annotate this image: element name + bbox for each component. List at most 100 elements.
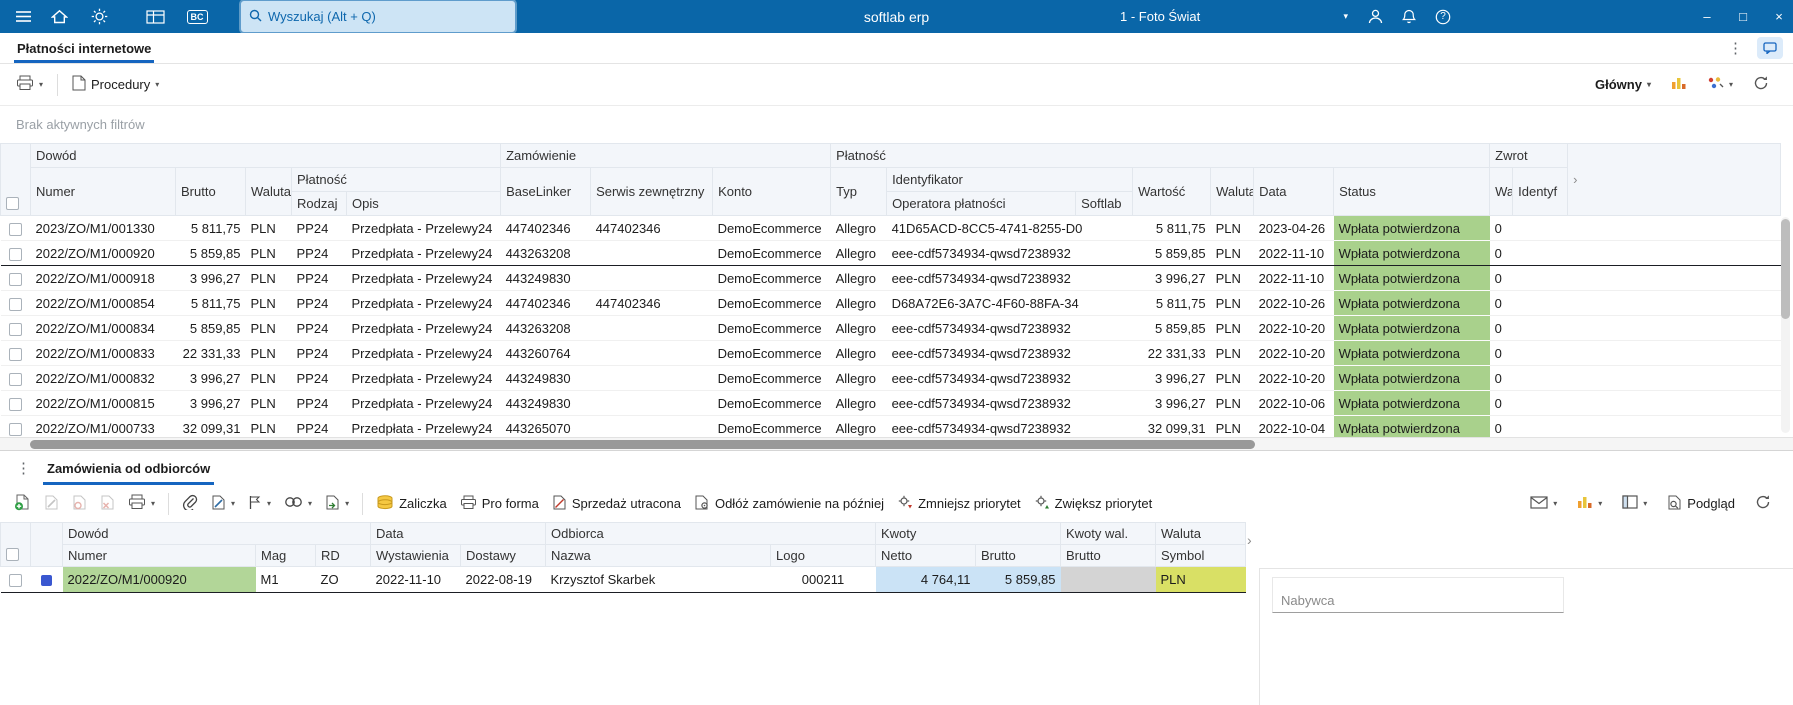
edit-order-button[interactable] xyxy=(38,490,65,518)
payment-row-checkbox[interactable] xyxy=(9,222,22,236)
payment-row-checkbox[interactable] xyxy=(9,247,22,261)
payment-row-checkbox[interactable] xyxy=(9,322,22,336)
view-selector[interactable]: Główny ▾ xyxy=(1589,71,1657,99)
orders-refresh-button[interactable] xyxy=(1749,490,1777,518)
col-serwis-zewnetrzny[interactable]: Serwis zewnętrzny xyxy=(590,167,714,216)
proforma-button[interactable]: Pro forma xyxy=(454,490,545,518)
export-document-button[interactable]: ▾ xyxy=(319,490,355,518)
col-typ[interactable]: Typ xyxy=(830,167,888,216)
col-konto[interactable]: Konto xyxy=(712,167,832,216)
col-identyfikator[interactable]: Identyfikator xyxy=(886,167,1134,192)
orders-group-dowod[interactable]: Dowód xyxy=(62,522,371,545)
settings-sun-icon[interactable] xyxy=(84,0,114,33)
more-options-icon[interactable]: ⋮ xyxy=(1724,39,1747,57)
col-softlab[interactable]: Softlab xyxy=(1075,191,1134,216)
filter-bar[interactable]: Brak aktywnych filtrów xyxy=(0,106,1793,143)
orders-col-logo[interactable]: Logo xyxy=(770,544,876,567)
col-baselinker[interactable]: BaseLinker xyxy=(500,167,592,216)
zwieksz-priorytet-button[interactable]: Zwiększ priorytet xyxy=(1028,490,1159,518)
group-dowod[interactable]: Dowód xyxy=(29,143,502,168)
col-data[interactable]: Data xyxy=(1253,167,1335,216)
col-zwrot-identyfikator[interactable]: Identyf xyxy=(1512,167,1569,216)
grid-apps-icon[interactable] xyxy=(140,0,170,33)
help-icon[interactable]: ? xyxy=(1428,0,1458,33)
feedback-chat-icon[interactable] xyxy=(1757,37,1783,59)
orders-col-dostawy[interactable]: Dostawy xyxy=(460,544,546,567)
bc-module-icon[interactable]: BC xyxy=(182,0,212,33)
select-all-checkbox[interactable] xyxy=(6,197,19,210)
refresh-button[interactable] xyxy=(1747,71,1775,99)
tab-platnosci-internetowe[interactable]: Płatności internetowe xyxy=(14,33,155,63)
close-button[interactable]: × xyxy=(1762,0,1793,33)
zmniejsz-priorytet-button[interactable]: Zmniejsz priorytet xyxy=(891,490,1027,518)
home-icon[interactable] xyxy=(44,0,74,33)
orders-col-wystawienia[interactable]: Wystawienia xyxy=(370,544,461,567)
add-order-button[interactable] xyxy=(8,490,37,518)
orders-group-kwoty[interactable]: Kwoty xyxy=(875,522,1061,545)
chart-view-button[interactable] xyxy=(1665,71,1693,99)
user-icon[interactable] xyxy=(1360,0,1390,33)
minimize-button[interactable]: – xyxy=(1690,0,1724,33)
payment-row[interactable]: 2022/ZO/M1/000918 3 996,27 PLN PP24 Przedpła… xyxy=(0,265,1781,291)
chevron-right-icon[interactable]: › xyxy=(1573,172,1577,187)
payment-row[interactable]: 2022/ZO/M1/000832 3 996,27 PLN PP24 Przedpła… xyxy=(0,365,1781,391)
orders-group-odbiorca[interactable]: Odbiorca xyxy=(545,522,876,545)
orders-col-brutto-wal[interactable]: Brutto xyxy=(1060,544,1156,567)
order-row-checkbox[interactable] xyxy=(9,574,22,588)
grid-settings-button[interactable]: ▾ xyxy=(1701,71,1739,99)
col-status[interactable]: Status xyxy=(1333,167,1491,216)
payment-row[interactable]: 2022/ZO/M1/000834 5 859,85 PLN PP24 Przedpła… xyxy=(0,315,1781,341)
section-drag-handle-icon[interactable]: ⋮ xyxy=(12,459,35,477)
orders-group-waluta[interactable]: Waluta xyxy=(1155,522,1246,545)
col-wartosc[interactable]: Wartość xyxy=(1132,167,1212,216)
payment-row-checkbox[interactable] xyxy=(9,397,22,411)
attachments-button[interactable] xyxy=(176,490,204,518)
link-documents-button[interactable]: ▾ xyxy=(278,490,318,518)
payment-row[interactable]: 2022/ZO/M1/000733 32 099,31 PLN PP24 Przedpł… xyxy=(0,415,1781,437)
col-opis[interactable]: Opis xyxy=(345,191,502,216)
col-numer[interactable]: Numer xyxy=(30,167,176,216)
orders-col-brutto[interactable]: Brutto xyxy=(975,544,1061,567)
group-zwrot[interactable]: Zwrot xyxy=(1489,143,1569,168)
search-input[interactable] xyxy=(268,9,507,24)
columns-expander-icon[interactable]: › xyxy=(1247,532,1252,548)
orders-print-button[interactable]: ▾ xyxy=(122,490,161,518)
orders-col-symbol[interactable]: Symbol xyxy=(1155,544,1246,567)
payment-row[interactable]: 2022/ZO/M1/000815 3 996,27 PLN PP24 Przedpła… xyxy=(0,390,1781,416)
vertical-scrollbar-thumb[interactable] xyxy=(1781,219,1790,319)
col-brutto[interactable]: Brutto xyxy=(175,167,246,216)
orders-chart-button[interactable]: ▾ xyxy=(1571,490,1608,518)
payment-row-checkbox[interactable] xyxy=(9,297,22,311)
send-button[interactable]: ▾ xyxy=(1524,490,1563,518)
orders-col-mag[interactable]: Mag xyxy=(255,544,316,567)
payment-row-checkbox[interactable] xyxy=(9,372,22,386)
col-waluta-2[interactable]: Waluta xyxy=(1210,167,1255,216)
group-platnosc[interactable]: Płatność xyxy=(830,143,1491,168)
col-zwrot-waluta[interactable]: Wa xyxy=(1489,167,1514,216)
orders-group-kwoty-wal[interactable]: Kwoty wal. xyxy=(1060,522,1156,545)
edit-related-button[interactable]: ▾ xyxy=(205,490,241,518)
global-search[interactable] xyxy=(240,0,516,33)
payment-row-checkbox[interactable] xyxy=(9,347,22,361)
vertical-scrollbar[interactable] xyxy=(1781,217,1790,433)
delete-order-button[interactable] xyxy=(94,490,121,518)
procedures-button[interactable]: Procedury ▾ xyxy=(66,71,165,99)
hamburger-menu-icon[interactable] xyxy=(8,0,38,33)
orders-group-data[interactable]: Data xyxy=(370,522,546,545)
subgroup-platnosc[interactable]: Płatność xyxy=(290,167,502,192)
sprzedaz-utracona-button[interactable]: Sprzedaż utracona xyxy=(546,490,687,518)
flag-button[interactable]: ▾ xyxy=(242,490,277,518)
orders-col-nazwa[interactable]: Nazwa xyxy=(545,544,771,567)
orders-col-netto[interactable]: Netto xyxy=(875,544,976,567)
payment-row[interactable]: 2023/ZO/M1/001330 5 811,75 PLN PP24 Przedpła… xyxy=(0,215,1781,241)
payment-row[interactable]: 2022/ZO/M1/000833 22 331,33 PLN PP24 Przedpł… xyxy=(0,340,1781,366)
col-operatora-platnosci[interactable]: Operatora płatności xyxy=(886,191,1077,216)
orders-col-rd[interactable]: RD xyxy=(315,544,371,567)
payment-row[interactable]: 2022/ZO/M1/000854 5 811,75 PLN PP24 Przedpła… xyxy=(0,290,1781,316)
orders-col-numer[interactable]: Numer xyxy=(62,544,256,567)
tab-zamowienia-od-odbiorcow[interactable]: Zamówienia od odbiorców xyxy=(43,451,215,485)
podglad-button[interactable]: Podgląd xyxy=(1661,490,1741,518)
notifications-bell-icon[interactable] xyxy=(1394,0,1424,33)
company-selector[interactable]: 1 - Foto Świat ▾ xyxy=(1120,0,1348,33)
order-row[interactable]: 2022/ZO/M1/000920 M1 ZO 2022-11-10 2022-… xyxy=(0,566,1246,593)
